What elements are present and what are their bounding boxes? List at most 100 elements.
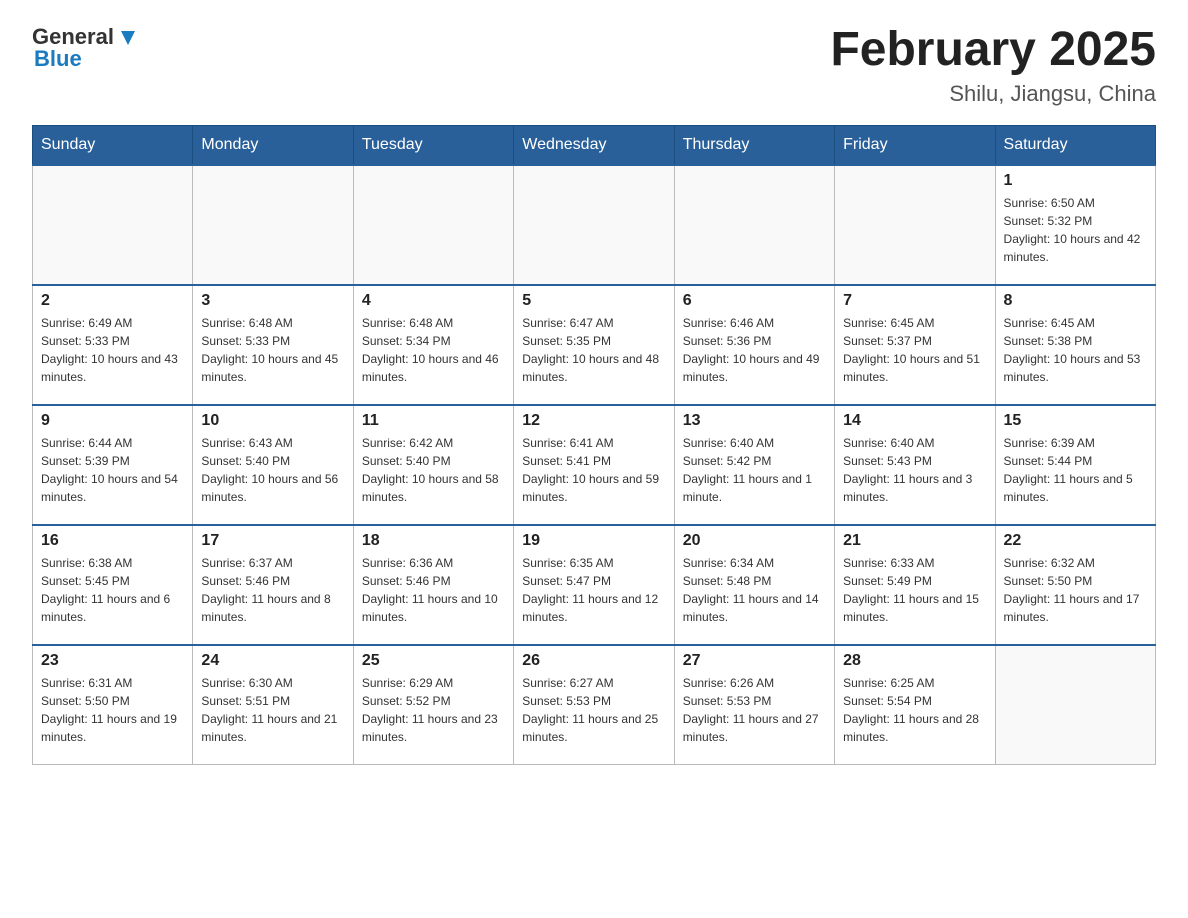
day-info: Sunrise: 6:45 AM Sunset: 5:38 PM Dayligh… <box>1004 314 1147 386</box>
day-info: Sunrise: 6:26 AM Sunset: 5:53 PM Dayligh… <box>683 674 826 746</box>
week-row-4: 16 Sunrise: 6:38 AM Sunset: 5:45 PM Dayli… <box>33 525 1156 645</box>
calendar-cell <box>353 165 513 285</box>
day-info: Sunrise: 6:46 AM Sunset: 5:36 PM Dayligh… <box>683 314 826 386</box>
day-number: 16 <box>41 532 184 550</box>
calendar-cell: 25 Sunrise: 6:29 AM Sunset: 5:52 PM Dayli… <box>353 645 513 765</box>
day-info: Sunrise: 6:50 AM Sunset: 5:32 PM Dayligh… <box>1004 194 1147 266</box>
day-number: 15 <box>1004 412 1147 430</box>
calendar-cell: 14 Sunrise: 6:40 AM Sunset: 5:43 PM Dayli… <box>835 405 995 525</box>
location-title: Shilu, Jiangsu, China <box>830 81 1156 107</box>
calendar-cell: 4 Sunrise: 6:48 AM Sunset: 5:34 PM Daylig… <box>353 285 513 405</box>
day-info: Sunrise: 6:25 AM Sunset: 5:54 PM Dayligh… <box>843 674 986 746</box>
calendar-cell: 6 Sunrise: 6:46 AM Sunset: 5:36 PM Daylig… <box>674 285 834 405</box>
day-number: 10 <box>201 412 344 430</box>
calendar-cell <box>33 165 193 285</box>
calendar-cell <box>674 165 834 285</box>
day-info: Sunrise: 6:36 AM Sunset: 5:46 PM Dayligh… <box>362 554 505 626</box>
logo-triangle-icon <box>117 27 139 49</box>
calendar-cell: 19 Sunrise: 6:35 AM Sunset: 5:47 PM Dayli… <box>514 525 674 645</box>
day-number: 17 <box>201 532 344 550</box>
calendar-cell: 8 Sunrise: 6:45 AM Sunset: 5:38 PM Daylig… <box>995 285 1155 405</box>
calendar-cell: 1 Sunrise: 6:50 AM Sunset: 5:32 PM Daylig… <box>995 165 1155 285</box>
calendar-cell: 20 Sunrise: 6:34 AM Sunset: 5:48 PM Dayli… <box>674 525 834 645</box>
day-info: Sunrise: 6:45 AM Sunset: 5:37 PM Dayligh… <box>843 314 986 386</box>
day-number: 25 <box>362 652 505 670</box>
day-number: 3 <box>201 292 344 310</box>
month-title: February 2025 <box>830 24 1156 77</box>
day-number: 20 <box>683 532 826 550</box>
day-info: Sunrise: 6:37 AM Sunset: 5:46 PM Dayligh… <box>201 554 344 626</box>
day-info: Sunrise: 6:38 AM Sunset: 5:45 PM Dayligh… <box>41 554 184 626</box>
logo-blue-text: Blue <box>34 46 82 72</box>
calendar-cell: 13Sunrise: 6:40 AM Sunset: 5:42 PM Dayli… <box>674 405 834 525</box>
calendar-cell: 18Sunrise: 6:36 AM Sunset: 5:46 PM Dayli… <box>353 525 513 645</box>
calendar-cell: 22Sunrise: 6:32 AM Sunset: 5:50 PM Dayli… <box>995 525 1155 645</box>
calendar-cell: 17 Sunrise: 6:37 AM Sunset: 5:46 PM Dayli… <box>193 525 353 645</box>
calendar-table: Sunday Monday Tuesday Wednesday Thursday… <box>32 125 1156 766</box>
week-row-3: 9 Sunrise: 6:44 AM Sunset: 5:39 PM Daylig… <box>33 405 1156 525</box>
day-number: 23 <box>41 652 184 670</box>
calendar-cell: 10Sunrise: 6:43 AM Sunset: 5:40 PM Dayli… <box>193 405 353 525</box>
calendar-cell: 21Sunrise: 6:33 AM Sunset: 5:49 PM Dayli… <box>835 525 995 645</box>
day-info: Sunrise: 6:48 AM Sunset: 5:33 PM Dayligh… <box>201 314 344 386</box>
calendar-cell: 15 Sunrise: 6:39 AM Sunset: 5:44 PM Dayli… <box>995 405 1155 525</box>
col-friday: Friday <box>835 125 995 165</box>
day-number: 4 <box>362 292 505 310</box>
col-tuesday: Tuesday <box>353 125 513 165</box>
day-info: Sunrise: 6:48 AM Sunset: 5:34 PM Dayligh… <box>362 314 505 386</box>
calendar-cell: 26Sunrise: 6:27 AM Sunset: 5:53 PM Dayli… <box>514 645 674 765</box>
calendar-cell: 9 Sunrise: 6:44 AM Sunset: 5:39 PM Daylig… <box>33 405 193 525</box>
day-info: Sunrise: 6:29 AM Sunset: 5:52 PM Dayligh… <box>362 674 505 746</box>
day-number: 6 <box>683 292 826 310</box>
day-number: 5 <box>522 292 665 310</box>
day-number: 11 <box>362 412 505 430</box>
day-number: 19 <box>522 532 665 550</box>
logo: General Blue <box>32 24 139 72</box>
day-number: 26 <box>522 652 665 670</box>
day-info: Sunrise: 6:41 AM Sunset: 5:41 PM Dayligh… <box>522 434 665 506</box>
calendar-cell <box>193 165 353 285</box>
day-info: Sunrise: 6:31 AM Sunset: 5:50 PM Dayligh… <box>41 674 184 746</box>
week-row-1: 1 Sunrise: 6:50 AM Sunset: 5:32 PM Daylig… <box>33 165 1156 285</box>
calendar-cell: 27Sunrise: 6:26 AM Sunset: 5:53 PM Dayli… <box>674 645 834 765</box>
calendar-cell: 24 Sunrise: 6:30 AM Sunset: 5:51 PM Dayli… <box>193 645 353 765</box>
day-info: Sunrise: 6:30 AM Sunset: 5:51 PM Dayligh… <box>201 674 344 746</box>
title-block: February 2025 Shilu, Jiangsu, China <box>830 24 1156 107</box>
day-info: Sunrise: 6:40 AM Sunset: 5:43 PM Dayligh… <box>843 434 986 506</box>
day-number: 28 <box>843 652 986 670</box>
calendar-cell: 5 Sunrise: 6:47 AM Sunset: 5:35 PM Daylig… <box>514 285 674 405</box>
calendar-cell: 23 Sunrise: 6:31 AM Sunset: 5:50 PM Dayli… <box>33 645 193 765</box>
day-number: 8 <box>1004 292 1147 310</box>
calendar-cell: 3 Sunrise: 6:48 AM Sunset: 5:33 PM Daylig… <box>193 285 353 405</box>
calendar-cell: 28 Sunrise: 6:25 AM Sunset: 5:54 PM Dayli… <box>835 645 995 765</box>
col-saturday: Saturday <box>995 125 1155 165</box>
col-wednesday: Wednesday <box>514 125 674 165</box>
calendar-cell: 12Sunrise: 6:41 AM Sunset: 5:41 PM Dayli… <box>514 405 674 525</box>
day-number: 1 <box>1004 172 1147 190</box>
day-number: 13 <box>683 412 826 430</box>
col-thursday: Thursday <box>674 125 834 165</box>
calendar-cell: 16 Sunrise: 6:38 AM Sunset: 5:45 PM Dayli… <box>33 525 193 645</box>
day-info: Sunrise: 6:34 AM Sunset: 5:48 PM Dayligh… <box>683 554 826 626</box>
day-info: Sunrise: 6:39 AM Sunset: 5:44 PM Dayligh… <box>1004 434 1147 506</box>
day-number: 14 <box>843 412 986 430</box>
day-number: 24 <box>201 652 344 670</box>
calendar-cell: 2Sunrise: 6:49 AM Sunset: 5:33 PM Daylig… <box>33 285 193 405</box>
day-info: Sunrise: 6:47 AM Sunset: 5:35 PM Dayligh… <box>522 314 665 386</box>
calendar-cell <box>835 165 995 285</box>
calendar-cell <box>995 645 1155 765</box>
day-info: Sunrise: 6:49 AM Sunset: 5:33 PM Dayligh… <box>41 314 184 386</box>
calendar-cell <box>514 165 674 285</box>
calendar-header-row: Sunday Monday Tuesday Wednesday Thursday… <box>33 125 1156 165</box>
week-row-5: 23 Sunrise: 6:31 AM Sunset: 5:50 PM Dayli… <box>33 645 1156 765</box>
day-number: 9 <box>41 412 184 430</box>
day-number: 21 <box>843 532 986 550</box>
day-info: Sunrise: 6:35 AM Sunset: 5:47 PM Dayligh… <box>522 554 665 626</box>
calendar-cell: 11Sunrise: 6:42 AM Sunset: 5:40 PM Dayli… <box>353 405 513 525</box>
col-monday: Monday <box>193 125 353 165</box>
week-row-2: 2Sunrise: 6:49 AM Sunset: 5:33 PM Daylig… <box>33 285 1156 405</box>
page-header: General Blue February 2025 Shilu, Jiangs… <box>32 24 1156 107</box>
day-number: 22 <box>1004 532 1147 550</box>
day-number: 7 <box>843 292 986 310</box>
day-info: Sunrise: 6:44 AM Sunset: 5:39 PM Dayligh… <box>41 434 184 506</box>
